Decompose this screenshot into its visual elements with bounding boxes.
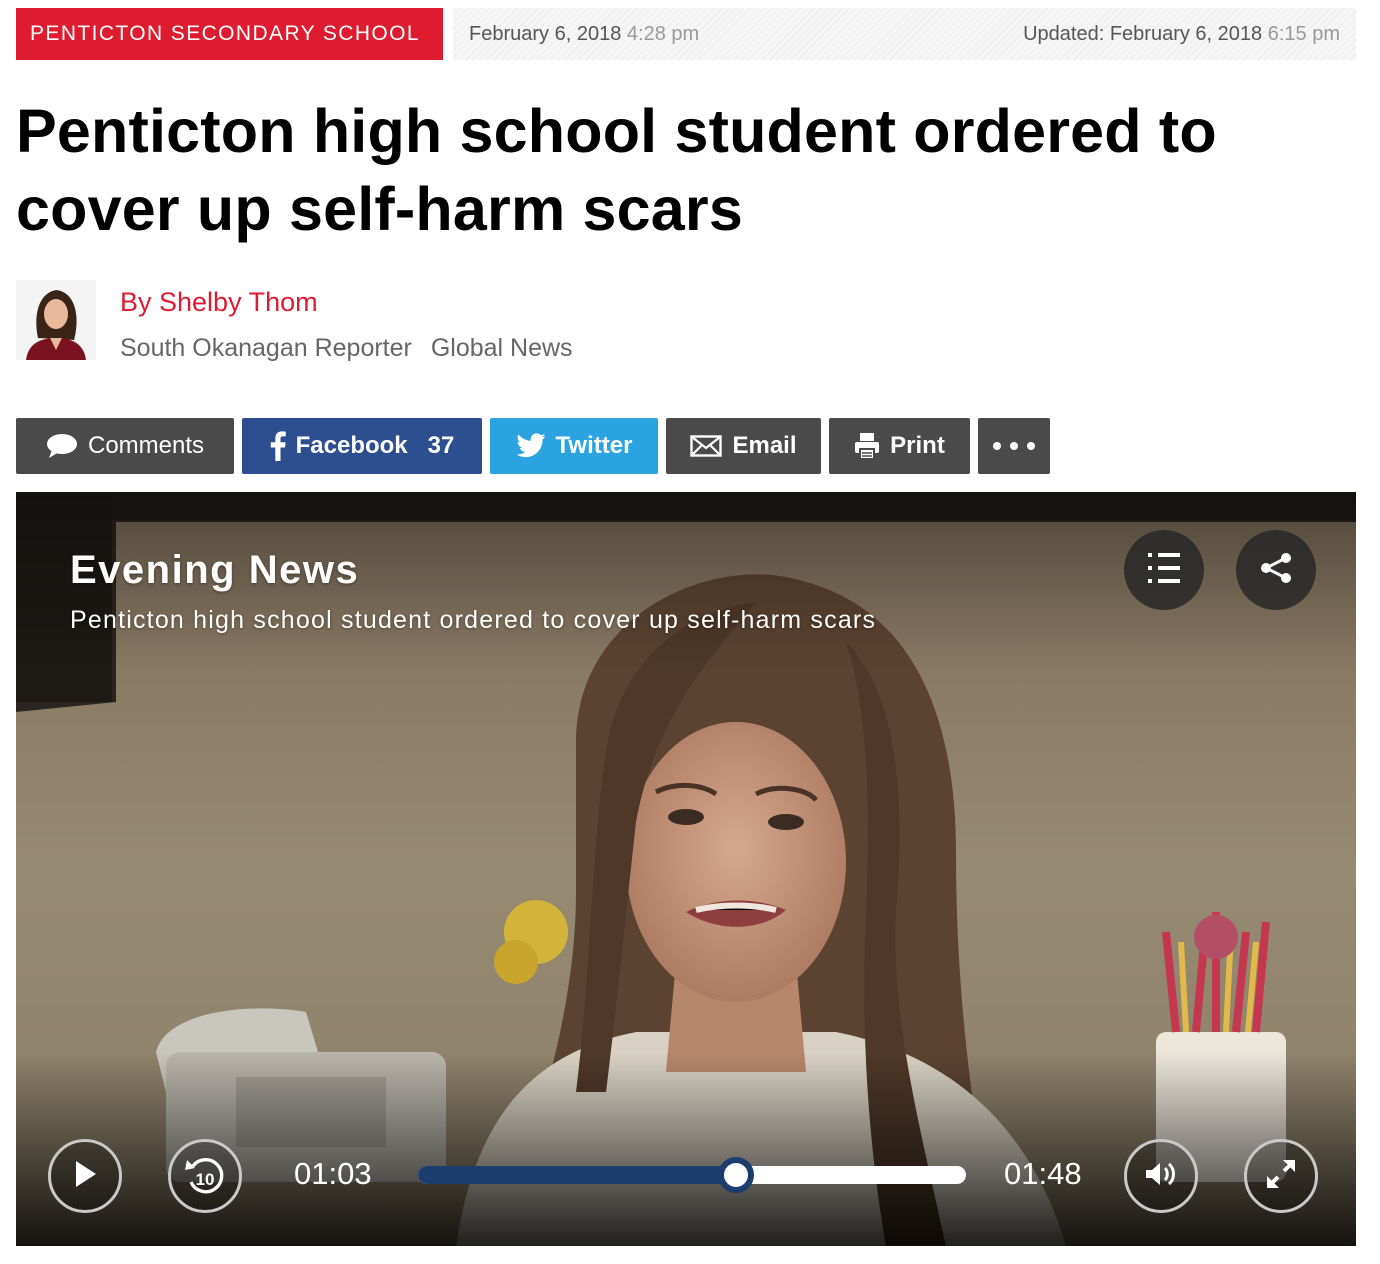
- comments-button[interactable]: Comments: [16, 418, 234, 474]
- share-bar: Comments Facebook 37 Twitter Email Print: [16, 418, 1058, 474]
- fullscreen-icon: [1265, 1158, 1297, 1195]
- facebook-share-button[interactable]: Facebook 37: [242, 418, 482, 474]
- printer-icon: [854, 432, 880, 460]
- more-dots-icon: [992, 441, 1036, 451]
- published-time: 4:28 pm: [626, 22, 700, 45]
- updated-date: February 6, 2018: [1109, 22, 1263, 45]
- category-tag[interactable]: PENTICTON SECONDARY SCHOOL: [16, 8, 443, 60]
- share-icon: [1260, 552, 1292, 588]
- video-duration: 01:48: [1004, 1156, 1082, 1191]
- progress-scrubber-handle[interactable]: [717, 1157, 754, 1193]
- email-share-button[interactable]: Email: [666, 418, 821, 474]
- envelope-icon: [690, 435, 723, 457]
- date-strip: February 6, 2018 4:28 pm Updated: Februa…: [453, 8, 1356, 60]
- more-share-options-button[interactable]: [978, 418, 1050, 474]
- progress-fill: [418, 1166, 736, 1184]
- fullscreen-button[interactable]: [1244, 1139, 1318, 1213]
- video-show-name: Evening News: [70, 548, 360, 592]
- video-player[interactable]: Evening News Penticton high school stude…: [16, 492, 1356, 1246]
- author-avatar[interactable]: [16, 280, 96, 360]
- playlist-button[interactable]: [1124, 530, 1204, 610]
- twitter-share-button[interactable]: Twitter: [490, 418, 658, 474]
- facebook-share-count: 37: [427, 432, 455, 459]
- play-button[interactable]: [48, 1139, 122, 1213]
- updated-time: 6:15 pm: [1267, 22, 1340, 45]
- play-icon: [73, 1160, 97, 1193]
- author-name-link[interactable]: By Shelby Thom: [120, 287, 318, 318]
- updated-label: Updated:: [1023, 22, 1105, 45]
- published-timestamp: February 6, 2018 4:28 pm: [469, 23, 699, 46]
- email-label: Email: [732, 432, 797, 459]
- volume-button[interactable]: [1124, 1139, 1198, 1213]
- volume-icon: [1144, 1160, 1178, 1193]
- playlist-icon: [1146, 551, 1182, 590]
- author-title: South Okanagan Reporter: [120, 334, 412, 362]
- twitter-bird-icon: [515, 433, 546, 459]
- author-photo: [16, 280, 96, 360]
- author-role: South Okanagan Reporter Global News: [120, 334, 573, 363]
- published-date: February 6, 2018: [469, 22, 622, 45]
- print-button[interactable]: Print: [829, 418, 970, 474]
- progress-bar[interactable]: [418, 1157, 966, 1193]
- print-label: Print: [890, 432, 945, 459]
- rewind-seconds-label: 10: [195, 1170, 215, 1189]
- article-headline: Penticton high school student ordered to…: [16, 97, 1217, 243]
- facebook-label: Facebook: [295, 432, 408, 459]
- speech-bubble-icon: [46, 433, 78, 459]
- updated-timestamp: Updated: February 6, 2018 6:15 pm: [1023, 23, 1340, 46]
- article-meta-bar: PENTICTON SECONDARY SCHOOL February 6, 2…: [16, 8, 1356, 60]
- comments-label: Comments: [87, 432, 205, 459]
- current-time: 01:03: [294, 1156, 372, 1191]
- video-share-button[interactable]: [1236, 530, 1316, 610]
- rewind-10-icon: 10: [181, 1152, 229, 1200]
- facebook-icon: [270, 431, 286, 461]
- author-outlet: Global News: [430, 334, 573, 362]
- rewind-10-button[interactable]: 10: [168, 1139, 242, 1213]
- article-page: PENTICTON SECONDARY SCHOOL February 6, 2…: [0, 0, 1380, 1264]
- video-title: Penticton high school student ordered to…: [70, 606, 877, 634]
- twitter-label: Twitter: [555, 432, 633, 459]
